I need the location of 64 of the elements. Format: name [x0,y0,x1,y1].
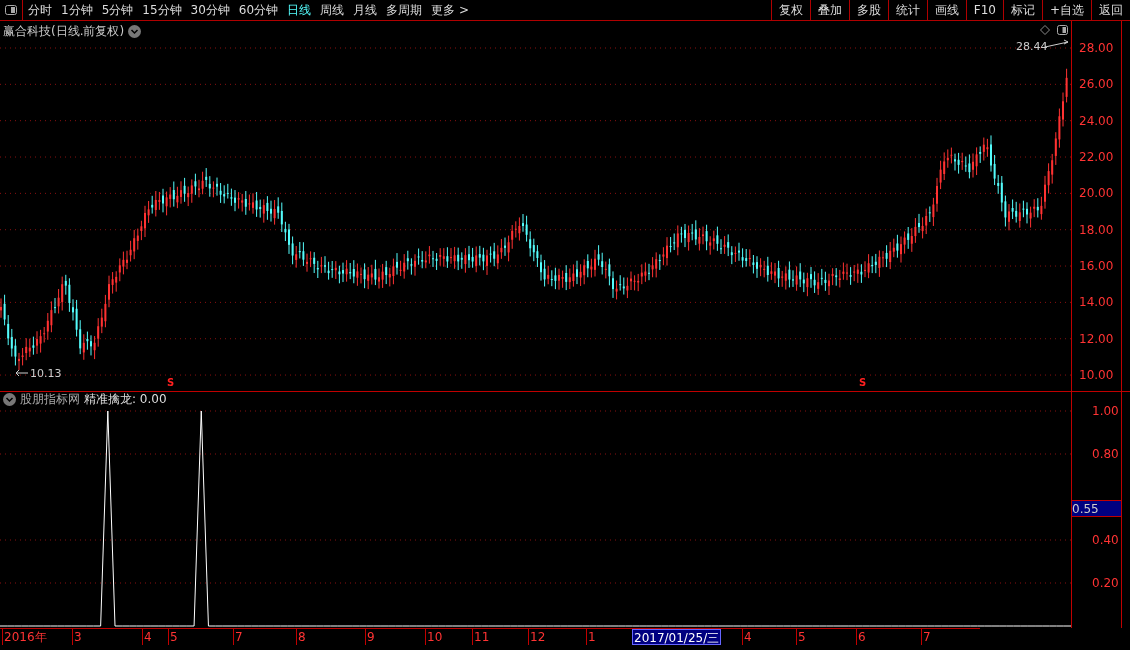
price-axis-label: 14.00 [1079,296,1114,309]
date-label: 5 [796,629,807,645]
date-label: 10 [425,629,444,645]
price-axis-label: 16.00 [1079,260,1114,273]
price-axis-label: 18.00 [1079,223,1114,236]
toolbar-button[interactable]: 返回 [1091,0,1130,20]
toolbar-button[interactable]: 复权 [770,0,810,20]
pointer-arrow [15,369,29,377]
dropdown-icon[interactable] [128,24,142,38]
toolbar-button[interactable]: +自选 [1041,0,1091,20]
low-price-label: 10.13 [30,366,62,382]
date-label: 2016年 [2,629,48,645]
date-label: 3 [72,629,83,645]
date-label: 7 [233,629,244,645]
price-axis-label: 26.00 [1079,78,1114,91]
toolbar-button[interactable]: 标记 [1002,0,1042,20]
cursor-value-label: 0.55 [1072,499,1121,517]
signal-mark: S [859,377,867,389]
period-tab[interactable]: 更多 > [431,1,469,19]
date-label: 9 [365,629,376,645]
period-tab[interactable]: 分时 [28,1,52,19]
date-label: 8 [296,629,307,645]
period-tab[interactable]: 15分钟 [142,1,182,19]
toolbar-button[interactable]: 画线 [926,0,966,20]
y-tick-label: 0.20 [1092,577,1119,589]
toolbar-button[interactable]: 多股 [848,0,888,20]
period-tab[interactable]: 30分钟 [190,1,230,19]
signal-mark: S [167,377,175,389]
toolbar-button[interactable]: 统计 [887,0,927,20]
high-price-label: 28.44 [1016,39,1048,55]
date-label: 4 [742,629,753,645]
period-tab[interactable]: 5分钟 [101,1,134,19]
period-tab[interactable]: 周线 [320,1,345,19]
date-label: 7 [921,629,932,645]
price-axis-label: 22.00 [1079,151,1114,163]
y-tick-label: 0.80 [1092,448,1119,460]
date-label: 11 [472,629,491,645]
price-axis-label: 28.00 [1079,42,1114,54]
period-tab[interactable]: 多周期 [386,1,423,19]
indicator-reading: : 0.00 [132,392,167,406]
panel-icon[interactable] [5,5,17,15]
date-label: 6 [856,629,867,645]
date-label: 1 [586,629,597,645]
price-axis-label: 24.00 [1079,114,1114,127]
y-tick-label: 0.40 [1092,534,1119,546]
price-axis-label: 20.00 [1079,187,1114,200]
period-tab[interactable]: 60分钟 [238,1,279,19]
toolbar-button[interactable]: 叠加 [809,0,849,20]
price-axis-label: 12.00 [1079,332,1114,345]
period-tab[interactable]: 日线 [287,1,312,19]
date-label: 2017/01/25/三 [632,629,722,645]
series-name: 精准擒龙 [84,392,132,406]
panel-icon[interactable] [1057,25,1068,35]
date-label: 4 [142,629,153,645]
indicator-source: 股朋指标网 [20,392,80,406]
chart-title: 赢合科技(日线.前复权) [3,23,125,40]
period-tab[interactable]: 1分钟 [61,1,93,19]
period-tab[interactable]: 月线 [353,1,378,19]
date-label: 5 [168,629,179,645]
y-tick-label: 1.00 [1092,405,1119,417]
dropdown-icon[interactable] [3,392,16,406]
price-axis-label: 10.00 [1079,369,1114,382]
toolbar-button[interactable]: F10 [965,0,1003,20]
date-label: 12 [528,629,547,645]
